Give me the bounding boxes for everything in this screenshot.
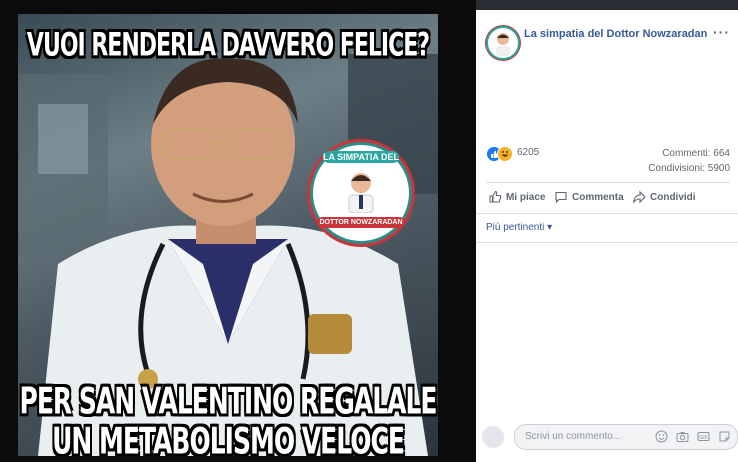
cartoon-doctor-icon: [496, 33, 510, 56]
svg-text:GIF: GIF: [699, 435, 707, 441]
camera-icon[interactable]: [676, 430, 689, 443]
more-options-icon[interactable]: ···: [713, 24, 730, 40]
divider: [476, 213, 738, 214]
comment-button[interactable]: Commenta: [554, 190, 624, 204]
meme-photo[interactable]: VUOI RENDERLA DAVVERO FELICE? PER SAN VA…: [18, 14, 438, 456]
caption-bottom-line1: PER SAN VALENTINO REGALALE: [19, 380, 438, 423]
post-actions-bar: Mi piace Commenta Condividi: [486, 190, 730, 210]
comment-bubble-icon: [555, 191, 567, 204]
emoji-icon[interactable]: [655, 430, 668, 443]
sticker-icon[interactable]: [718, 430, 731, 443]
gif-icon[interactable]: GIF: [697, 430, 710, 443]
caption-bottom-line2: UN METABOLISMO VELOCE: [52, 420, 405, 456]
comment-placeholder: Scrivi un commento...: [525, 431, 622, 442]
badge-bottom-text: DOTTOR NOWZARADAN: [317, 217, 405, 228]
like-button[interactable]: Mi piace: [488, 190, 545, 204]
like-label: Mi piace: [506, 191, 546, 203]
share-arrow-icon: [632, 190, 646, 204]
divider: [486, 182, 730, 183]
user-avatar: [482, 426, 504, 448]
page-logo-watermark: LA SIMPATIA DEL DOTTOR NOWZARADAN: [310, 142, 412, 244]
cartoon-doctor-icon: [348, 173, 374, 213]
comment-input[interactable]: Scrivi un commento... GIF: [514, 424, 738, 450]
page-name-link[interactable]: La simpatia del Dottor Nowzaradan: [524, 28, 707, 40]
badge-top-text: LA SIMPATIA DEL: [323, 151, 399, 163]
comment-composer: Scrivi un commento... GIF: [482, 424, 738, 450]
shares-count[interactable]: Condivisioni: 5900: [648, 163, 730, 174]
post-side-panel: La simpatia del Dottor Nowzaradan ··· 62…: [476, 10, 738, 462]
divider: [476, 242, 738, 243]
share-button[interactable]: Condividi: [632, 190, 696, 204]
photo-viewer: VUOI RENDERLA DAVVERO FELICE? PER SAN VA…: [0, 0, 476, 462]
comment-label: Commenta: [572, 191, 624, 203]
share-label: Condividi: [650, 191, 696, 203]
caption-top: VUOI RENDERLA DAVVERO FELICE?: [26, 28, 430, 65]
page-avatar[interactable]: [486, 26, 520, 60]
haha-reaction-icon: [497, 146, 513, 162]
thumbs-up-icon: [489, 190, 502, 203]
reaction-count: 6205: [517, 147, 540, 158]
comments-count[interactable]: Commenti: 664: [662, 148, 730, 159]
comment-sort-dropdown[interactable]: Più pertinenti ▾: [486, 222, 552, 233]
